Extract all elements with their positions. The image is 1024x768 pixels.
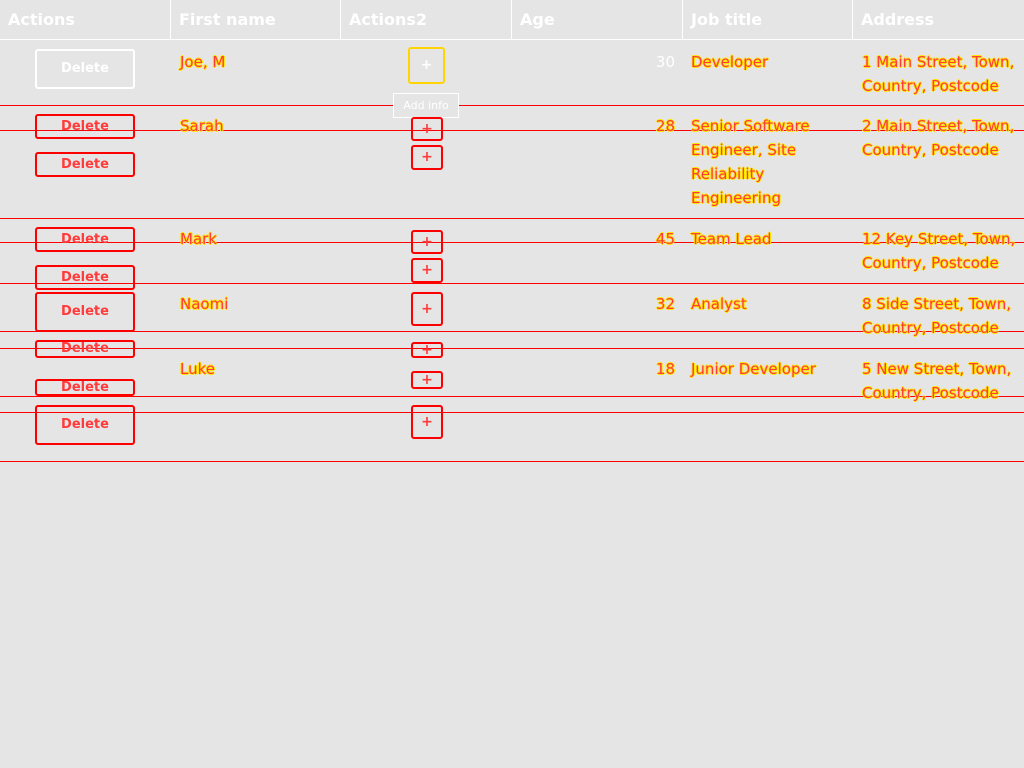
delete-button[interactable]: Delete [35,227,135,252]
row-divider [0,283,1024,284]
column-header-actions2[interactable]: Actions2 [341,0,512,40]
job-title-cell: Junior Developer [691,360,816,378]
first-name-cell: Luke [180,360,215,378]
add-info-button[interactable]: + [408,47,445,84]
age-cell: 30 [655,53,675,71]
job-title-cell: Senior Software Engineer, Site Reliabili… [691,117,810,207]
address-cell: 12 Key Street, Town, Country, Postcode [862,230,1016,272]
delete-button[interactable]: Delete [35,265,135,290]
row-divider [0,218,1024,219]
row-divider [0,105,1024,106]
delete-button[interactable]: Delete [35,340,135,358]
age-cell: 28 [655,117,675,135]
job-title-cell: Team Lead [691,230,772,248]
age-cell: 18 [655,360,675,378]
delete-button[interactable]: Delete [35,114,135,139]
delete-button[interactable]: Delete [35,152,135,177]
delete-button[interactable]: Delete [35,49,135,89]
add-info-button[interactable]: + [411,342,443,358]
job-title-cell: Developer [691,53,769,71]
address-cell: 1 Main Street, Town, Country, Postcode [862,53,1015,95]
add-info-button[interactable]: + [411,405,443,439]
first-name-cell: Naomi [180,295,229,313]
address-cell: 8 Side Street, Town, Country, Postcode [862,295,1011,337]
column-header-job-title[interactable]: Job title [683,0,853,40]
column-header-actions[interactable]: Actions [0,0,171,40]
add-info-button[interactable]: + [411,117,443,141]
delete-button[interactable]: Delete [35,292,135,332]
add-info-tooltip: Add info [393,93,459,118]
table-header: Actions First name Actions2 Age Job titl… [0,0,1024,40]
add-info-button[interactable]: + [411,371,443,389]
address-cell: 5 New Street, Town, Country, Postcode [862,360,1012,402]
add-info-button[interactable]: + [411,145,443,170]
first-name-cell: Joe, M [180,53,226,71]
address-cell: 2 Main Street, Town, Country, Postcode [862,117,1015,159]
delete-button[interactable]: Delete [35,379,135,396]
table-view: Actions First name Actions2 Age Job titl… [0,0,1024,768]
add-info-button[interactable]: + [411,292,443,326]
first-name-cell: Sarah [180,117,224,135]
row-divider [0,412,1024,413]
age-cell: 45 [655,230,675,248]
add-info-button[interactable]: + [411,258,443,283]
age-cell: 32 [655,295,675,313]
column-header-age[interactable]: Age [512,0,683,40]
column-header-first-name[interactable]: First name [171,0,341,40]
row-divider [0,348,1024,349]
first-name-cell: Mark [180,230,217,248]
add-info-button[interactable]: + [411,230,443,254]
job-title-cell: Analyst [691,295,747,313]
row-divider [0,461,1024,462]
column-header-address[interactable]: Address [853,0,1024,40]
delete-button[interactable]: Delete [35,405,135,445]
